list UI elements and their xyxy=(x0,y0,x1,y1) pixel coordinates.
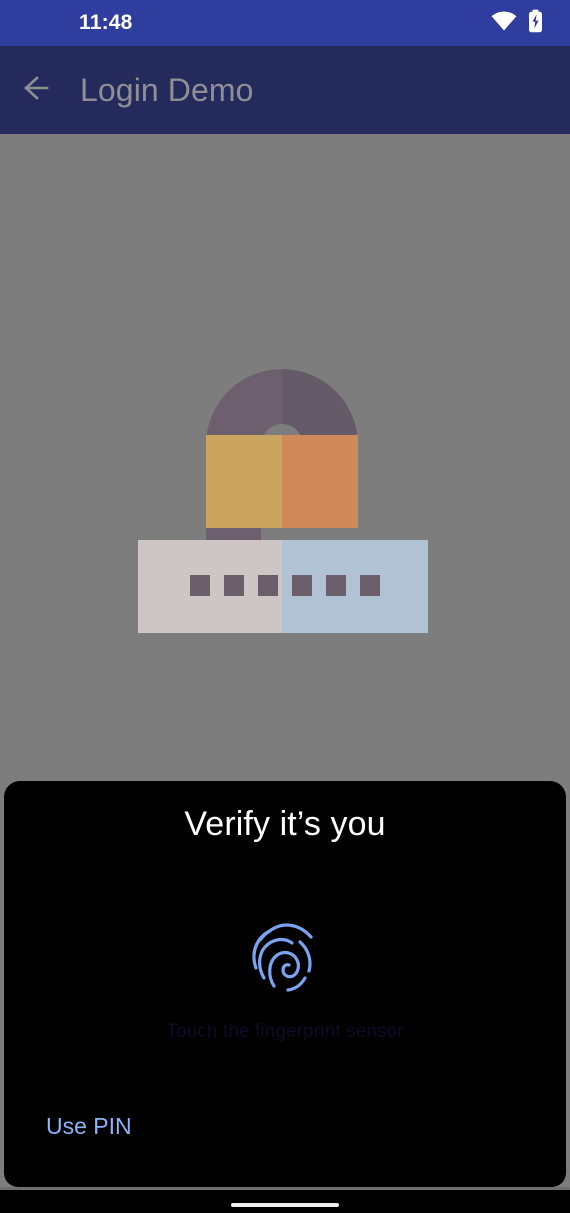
use-pin-button[interactable]: Use PIN xyxy=(46,1113,132,1140)
fingerprint-icon xyxy=(249,916,321,1001)
biometric-dialog-hint: Touch the fingerprint sensor xyxy=(166,1021,404,1042)
app-bar-title: Login Demo xyxy=(80,71,254,108)
arrow-left-icon xyxy=(23,74,57,107)
fingerprint-sensor-target[interactable] xyxy=(4,916,566,1001)
back-button[interactable] xyxy=(12,62,68,118)
biometric-prompt-dialog: Verify it’s you Touch the fingerprint se… xyxy=(4,781,566,1187)
gesture-nav-bar xyxy=(0,1190,570,1213)
status-bar-icons xyxy=(491,9,543,38)
padlock-body-right xyxy=(282,435,358,528)
padlock-body-left xyxy=(206,435,282,528)
status-bar: 11:48 xyxy=(0,0,570,46)
biometric-dialog-title: Verify it’s you xyxy=(184,805,386,843)
wifi-icon xyxy=(491,11,517,36)
app-bar: Login Demo xyxy=(0,46,570,134)
status-bar-clock: 11:48 xyxy=(79,11,133,34)
phone-screen: 11:48 Login Demo Verify it’s you Touch t… xyxy=(0,0,570,1213)
unlocked-padlock-illustration xyxy=(138,330,428,755)
battery-charging-icon xyxy=(528,9,543,38)
home-gesture-pill[interactable] xyxy=(231,1202,339,1207)
